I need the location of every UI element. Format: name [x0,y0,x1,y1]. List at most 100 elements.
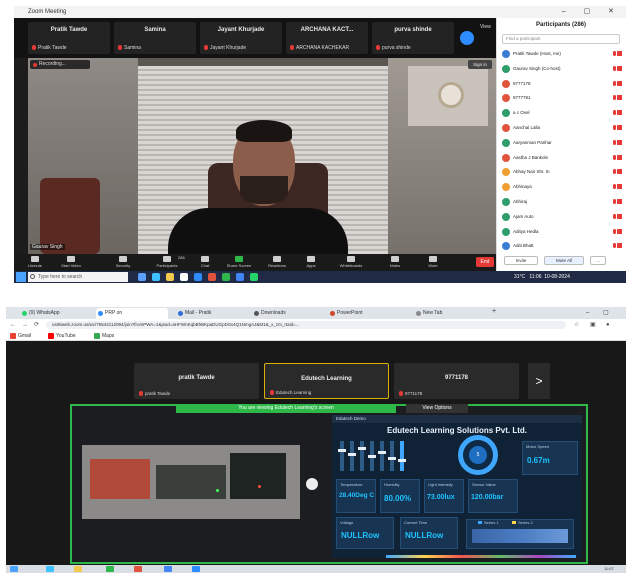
camera-switch-icon[interactable] [306,478,318,490]
profile-icon[interactable]: ● [606,321,610,329]
browser-tab[interactable]: PowerPoint [328,308,408,319]
participant-row[interactable]: Pratik Tawde (Host, me) [498,48,624,60]
taskbar-search[interactable]: Type here to search [28,272,128,282]
bookmark-gmail[interactable]: Gmail [10,332,31,340]
next-page-icon[interactable] [460,31,474,45]
invite-button[interactable]: Invite [504,256,538,265]
slider-knob[interactable] [338,449,346,452]
edge-icon[interactable] [46,566,54,572]
folder-icon[interactable] [74,566,82,572]
new-tab-button[interactable]: + [492,308,496,315]
participant-tile[interactable]: ARCHANA KACT... ARCHANA KACHEKAR [286,22,368,54]
avatar [502,94,510,103]
slider-track[interactable] [350,441,354,471]
task-view-icon[interactable] [138,273,146,281]
slider-track[interactable] [380,441,384,471]
excel-icon[interactable] [106,566,114,572]
whiteboards-button[interactable]: Whiteboards [334,255,368,270]
circuit-board [230,453,286,499]
reload-icon[interactable]: ⟳ [34,321,39,329]
slider-knob[interactable] [398,459,406,462]
participant-row[interactable]: a c Ovel [498,107,624,119]
windows-start-icon[interactable] [10,566,18,572]
slider-track[interactable] [400,441,404,471]
folder-icon[interactable] [166,273,174,281]
chrome-icon[interactable] [236,273,244,281]
record-dot-icon [33,63,37,67]
participant-row[interactable]: Ajam Auto [498,211,624,223]
excel-icon[interactable] [222,273,230,281]
recording-indicator[interactable]: Recording... [30,60,90,69]
avatar [502,109,510,118]
participant-tile[interactable]: Jayant Khurjade Jayant Khurjade [200,22,282,54]
mute-all-button[interactable]: Mute All [544,256,584,265]
start-video-button[interactable]: Start Video [54,255,88,270]
participant-row[interactable]: Abhay Nair Shr. In [498,166,624,178]
sign-in-button[interactable]: Sign in [468,60,492,69]
more-options-button[interactable]: ... [590,256,606,265]
participant-row[interactable]: 9777781 [498,92,624,104]
participant-row[interactable]: Abhinaya [498,181,624,193]
participant-row[interactable]: 9777178 [498,78,624,90]
view-button[interactable]: View [480,24,491,30]
participant-tile[interactable]: Pratik Tawde Pratik Tawde [28,22,110,54]
extensions-icon[interactable]: ▣ [590,321,596,329]
end-meeting-button[interactable]: End [476,257,494,267]
chrome-icon[interactable] [164,566,172,572]
browser-tab[interactable]: Mail - Pratik [176,308,246,319]
participant-tile[interactable]: purva shinde purva shinde [372,22,454,54]
share-banner: You are viewing Edutech Learning's scree… [176,404,396,413]
url-input[interactable]: us06web.zoom.us/wc/76542112094/join?from… [46,321,566,329]
powerpoint-icon[interactable] [208,273,216,281]
participant-row[interactable]: Aditi Bhatt [498,240,624,252]
participant-row[interactable]: Aaryanman Parihar [498,137,624,149]
bookmark-star-icon[interactable]: ☆ [574,321,579,329]
back-icon[interactable]: ← [10,321,16,329]
share-screen-button[interactable]: Share Screen [222,255,256,270]
slider-knob[interactable] [368,455,376,458]
participant-tile[interactable]: 9771178 9771178 [394,363,519,399]
zoom-app-icon[interactable] [194,273,202,281]
slider-knob[interactable] [378,451,386,454]
slider-track[interactable] [390,441,394,471]
participant-tile[interactable]: pratik Tawde pratik Tawde [134,363,259,399]
browser-tab[interactable]: Downloads [252,308,322,319]
browser-tab[interactable]: (9) WhatsApp [20,308,90,319]
participant-tile[interactable]: Samina Samina [114,22,196,54]
forward-icon[interactable]: → [22,321,28,329]
slider-track[interactable] [360,441,364,471]
browser-tab[interactable]: New Tab [414,308,484,319]
tile-name: 9771178 [444,375,469,381]
participant-row[interactable]: Aditya Hedla [498,226,624,238]
slider-knob[interactable] [388,457,396,460]
next-page-button[interactable]: > [528,363,550,399]
bookmark-youtube[interactable]: YouTube [48,332,76,340]
whatsapp-icon[interactable] [250,273,258,281]
bookmark-maps[interactable]: Maps [94,332,114,340]
slider-knob[interactable] [358,447,366,450]
window-controls[interactable]: – ▢ ✕ [562,6,622,18]
store-icon[interactable] [180,273,188,281]
browser-tab-active[interactable]: PRP on [96,308,168,319]
participant-row[interactable]: Aastha J Bankole [498,152,624,164]
notes-button[interactable]: Notes [378,255,412,270]
view-options-button[interactable]: View Options [406,404,468,413]
participant-tile-active[interactable]: Edutech Learning Edutech Learning [264,363,389,399]
slider-track[interactable] [340,441,344,471]
powerpoint-icon[interactable] [134,566,142,572]
participants-title: Participants (286) [535,22,587,28]
participant-row[interactable]: Gaurav Singh (Co-host) [498,63,624,75]
edge-icon[interactable] [152,273,160,281]
participant-row[interactable]: Abhiraj [498,196,624,208]
reactions-button[interactable]: Reactions [260,255,294,270]
participant-search-input[interactable]: Find a participant [502,34,620,44]
apps-button[interactable]: Apps [294,255,328,270]
zoom-app-icon[interactable] [192,566,200,572]
participant-row[interactable]: Aanchal Lalla [498,122,624,134]
unmute-button[interactable]: Unmute [18,255,52,270]
security-button[interactable]: Security [106,255,140,270]
more-button[interactable]: More [416,255,450,270]
chat-button[interactable]: Chat [188,255,222,270]
windows-start-icon[interactable] [16,272,26,282]
slider-knob[interactable] [348,453,356,456]
